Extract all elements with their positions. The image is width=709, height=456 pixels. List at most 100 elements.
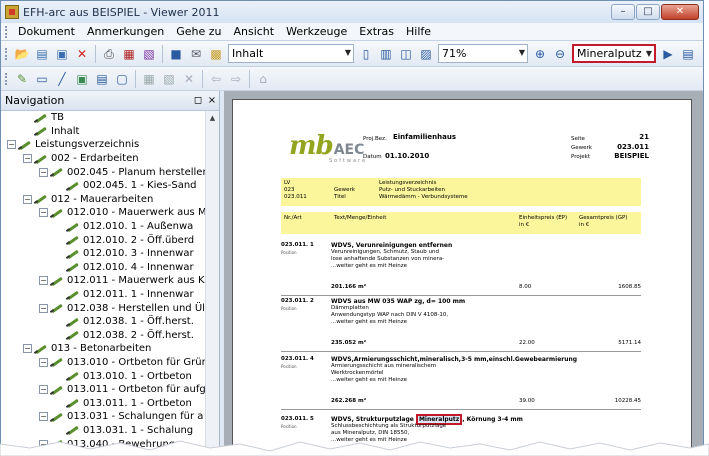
- tree-item[interactable]: 013.010. 1 - Ortbeton: [1, 369, 205, 383]
- export-icon[interactable]: ▣: [53, 45, 71, 63]
- tree-item[interactable]: 012.010. 3 - Innenwar: [1, 247, 205, 261]
- tree-item[interactable]: − 013 - Betonarbeiten: [1, 342, 205, 356]
- panel-close-icon[interactable]: ×: [205, 95, 219, 106]
- search-combo[interactable]: Mineralputz ▼: [572, 44, 656, 63]
- tree-item[interactable]: − 013.011 - Ortbeton für aufg: [1, 383, 205, 397]
- stamp-icon[interactable]: ▧: [160, 70, 178, 88]
- tree-item-label: 012.010 - Mauerwerk aus M: [67, 207, 205, 219]
- tree-item[interactable]: − 012.010 - Mauerwerk aus M: [1, 206, 205, 220]
- tree-item[interactable]: − 002 - Erdarbeiten: [1, 152, 205, 166]
- zoom-in-icon[interactable]: ⊕: [531, 45, 549, 63]
- tree-item[interactable]: 013.011. 1 - Ortbeton: [1, 396, 205, 410]
- tree-item[interactable]: 012.011. 1 - Innenwar: [1, 288, 205, 302]
- collapse-icon[interactable]: −: [23, 344, 32, 354]
- back-arrow-icon[interactable]: ⇦: [207, 70, 225, 88]
- pencil-icon: [50, 208, 64, 218]
- toolbar2-grip[interactable]: [5, 72, 8, 85]
- properties-icon[interactable]: ▦: [140, 70, 158, 88]
- lv-header-box: LV 023 023.011 Gewerk Titel Leistungsver…: [281, 178, 641, 206]
- maximize-button[interactable]: □: [636, 4, 660, 20]
- find-next-icon[interactable]: ▶: [659, 45, 677, 63]
- zoom-out-icon[interactable]: ⊖: [551, 45, 569, 63]
- tree-item-label: 012.038. 2 - Öff.herst.: [83, 329, 194, 341]
- archive-icon[interactable]: ▩: [207, 45, 225, 63]
- navigation-scrollbar[interactable]: ▲: [205, 111, 219, 451]
- open-list-icon[interactable]: ▤: [33, 45, 51, 63]
- tree-item[interactable]: − 012.038 - Herstellen und Ül: [1, 301, 205, 315]
- comment-icon[interactable]: ▢: [113, 70, 131, 88]
- menu-hilfe[interactable]: Hilfe: [400, 25, 437, 38]
- tree-item[interactable]: 012.010. 1 - Außenwa: [1, 220, 205, 234]
- tree-item[interactable]: − 013.010 - Ortbeton für Grür: [1, 356, 205, 370]
- continuous-page-icon[interactable]: ▥: [377, 45, 395, 63]
- save-icon[interactable]: ■: [167, 45, 185, 63]
- tree-item[interactable]: − Leistungsverzeichnis: [1, 138, 205, 152]
- chevron-down-icon[interactable]: ▼: [519, 48, 525, 57]
- chevron-down-icon[interactable]: ▼: [646, 49, 652, 58]
- remove-icon[interactable]: ✕: [180, 70, 198, 88]
- menu-dokument[interactable]: Dokument: [12, 25, 81, 38]
- collapse-icon[interactable]: −: [39, 208, 48, 218]
- view-combo[interactable]: Inhalt ▼: [228, 44, 354, 63]
- collapse-icon[interactable]: −: [39, 303, 48, 313]
- scroll-up-icon[interactable]: ▲: [206, 111, 219, 125]
- collapse-icon[interactable]: −: [7, 140, 16, 150]
- menu-ansicht[interactable]: Ansicht: [227, 25, 280, 38]
- title-bar[interactable]: EFH-arc aus BEISPIEL - Viewer 2011 – □ ✕: [1, 1, 703, 23]
- zoom-combo[interactable]: 71% ▼: [438, 44, 528, 63]
- document-viewer[interactable]: mb AEC Software Proj.Bez. Einfamilienhau…: [224, 91, 703, 451]
- tree-item[interactable]: − 013.031 - Schalungen für a: [1, 410, 205, 424]
- two-page-icon[interactable]: ◫: [397, 45, 415, 63]
- tree-item[interactable]: 012.038. 1 - Öff.herst.: [1, 315, 205, 329]
- tree-item[interactable]: − 002.045 - Planum herstellen: [1, 165, 205, 179]
- open-folder-icon[interactable]: 📂: [13, 45, 31, 63]
- position-number: 023.011. 2: [281, 298, 314, 304]
- tree-item[interactable]: TB: [1, 111, 205, 125]
- email-icon[interactable]: ✉: [187, 45, 205, 63]
- collapse-icon[interactable]: −: [39, 167, 48, 177]
- gewerk-label: Gewerk: [571, 145, 592, 151]
- pin-icon[interactable]: ◻: [191, 95, 205, 106]
- print-preview-icon[interactable]: ▦: [120, 45, 138, 63]
- tree-item[interactable]: 012.038. 2 - Öff.herst.: [1, 329, 205, 343]
- tree-item-label: 002 - Erdarbeiten: [51, 153, 139, 165]
- pencil-icon: [66, 317, 80, 327]
- collapse-icon[interactable]: −: [23, 154, 32, 164]
- close-button[interactable]: ✕: [661, 4, 699, 20]
- tree-item[interactable]: 012.010. 2 - Öff.überd: [1, 233, 205, 247]
- image-icon[interactable]: ▣: [73, 70, 91, 88]
- single-page-icon[interactable]: ▯: [357, 45, 375, 63]
- menu-extras[interactable]: Extras: [353, 25, 400, 38]
- tree-item[interactable]: 002.045. 1 - Kies-Sand: [1, 179, 205, 193]
- collapse-icon[interactable]: −: [39, 412, 48, 422]
- forward-arrow-icon[interactable]: ⇨: [227, 70, 245, 88]
- menu-grip[interactable]: [5, 25, 8, 38]
- print-setup-icon[interactable]: ▧: [140, 45, 158, 63]
- fit-page-icon[interactable]: ▨: [417, 45, 435, 63]
- delete-icon[interactable]: ✕: [73, 45, 91, 63]
- rectangle-icon[interactable]: ▭: [33, 70, 51, 88]
- collapse-icon[interactable]: −: [39, 276, 48, 286]
- tree-item[interactable]: − 012 - Mauerarbeiten: [1, 193, 205, 207]
- toolbar-grip[interactable]: [5, 47, 8, 60]
- collapse-icon[interactable]: −: [39, 385, 48, 395]
- collapse-icon[interactable]: −: [39, 357, 48, 367]
- print-icon[interactable]: ⎙: [100, 45, 118, 63]
- find-all-icon[interactable]: ▤: [679, 45, 697, 63]
- menu-werkzeuge[interactable]: Werkzeuge: [280, 25, 353, 38]
- home-icon[interactable]: ⌂: [254, 70, 272, 88]
- collapse-icon[interactable]: −: [23, 194, 32, 204]
- logo-mb-text: mb: [289, 131, 334, 161]
- tree-item[interactable]: 012.010. 4 - Innenwar: [1, 261, 205, 275]
- pen-icon[interactable]: ✎: [13, 70, 31, 88]
- pencil-icon: [50, 167, 64, 177]
- menu-gehe-zu[interactable]: Gehe zu: [170, 25, 227, 38]
- chevron-down-icon[interactable]: ▼: [345, 48, 351, 57]
- menu-anmerkungen[interactable]: Anmerkungen: [81, 25, 170, 38]
- tree-item[interactable]: Inhalt: [1, 125, 205, 139]
- text-box-icon[interactable]: ▤: [93, 70, 111, 88]
- line-icon[interactable]: ╱: [53, 70, 71, 88]
- tree-item[interactable]: − 012.011 - Mauerwerk aus K: [1, 274, 205, 288]
- tree-item-label: 013 - Betonarbeiten: [51, 343, 152, 355]
- minimize-button[interactable]: –: [611, 4, 635, 20]
